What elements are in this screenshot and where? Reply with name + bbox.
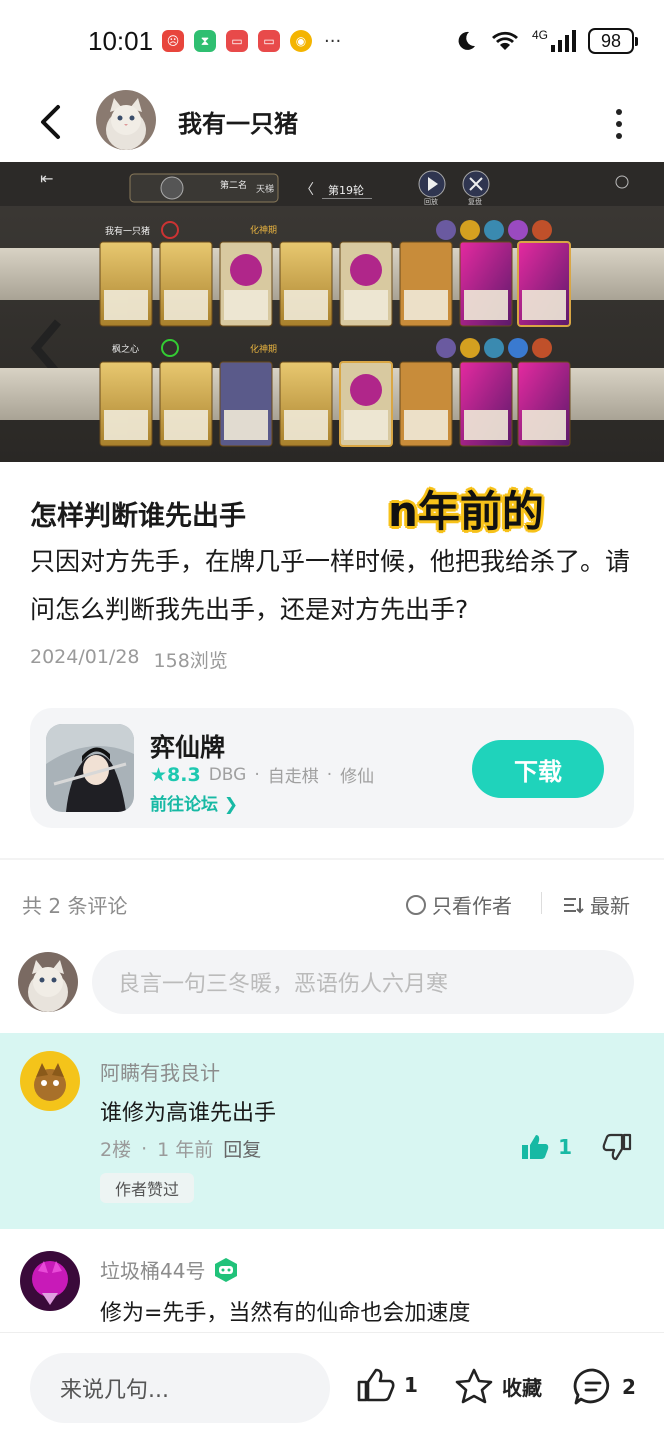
player2-name: 枫之心 [112, 343, 139, 355]
commenter-avatar[interactable] [20, 1051, 80, 1111]
comment-item: 阿瞒有我良计 谁修为高谁先出手 2楼 · 1 年前 回复 1 作者赞过 [0, 1033, 664, 1229]
author-avatar[interactable] [96, 90, 156, 150]
thumbs-up-icon [357, 1368, 395, 1402]
comment-text: 修为=先手，当然有的仙命也会加速度 [100, 1301, 471, 1326]
comment-like-count: 1 [558, 1135, 572, 1159]
post-date: 2024/01/28 [30, 646, 140, 668]
only-author-toggle[interactable]: 只看作者 [406, 890, 512, 919]
rank-badge: 天梯 [256, 183, 274, 195]
quick-comment-input[interactable]: 来说几句... [30, 1353, 330, 1423]
wifi-icon [491, 31, 518, 50]
player2-stage: 化神期 [250, 343, 277, 355]
weibo-icon: ◉ [290, 30, 312, 52]
svg-text:⇤: ⇤ [40, 169, 53, 188]
replay-label: 回放 [424, 197, 438, 206]
comment-meta: 2楼 · 1 年前 回复 [100, 1135, 261, 1162]
svg-text:〈: 〈 [300, 182, 314, 198]
comment-text: 谁修为高谁先出手 [100, 1101, 277, 1126]
comment-floor: 2楼 [100, 1139, 132, 1161]
post-meta: 2024/01/28 158浏览 [30, 646, 228, 673]
thumbs-down-icon [602, 1133, 632, 1161]
bottom-action-bar: 来说几句... 1 收藏 2 [0, 1332, 664, 1440]
player1-name: 我有一只猪 [105, 225, 150, 237]
favorite-label: 收藏 [502, 1375, 542, 1400]
commenter-avatar[interactable] [20, 1251, 80, 1311]
sort-label: 最新 [590, 894, 630, 918]
commenter-name[interactable]: 阿瞒有我良计 [100, 1057, 220, 1086]
like-button[interactable]: 1 [356, 1367, 418, 1403]
download-button[interactable]: 下载 [472, 740, 604, 798]
reply-button[interactable]: 回复 [223, 1135, 261, 1162]
divider [541, 892, 542, 914]
game-icon [46, 724, 134, 812]
comment-dislike-button[interactable] [602, 1133, 632, 1165]
commenter-name[interactable]: 垃圾桶44号 [100, 1255, 205, 1284]
app-notification-icon: ▭ [226, 30, 248, 52]
network-type: 4G [531, 28, 548, 42]
sort-icon [564, 897, 584, 913]
back-button[interactable] [30, 102, 70, 142]
forum-link[interactable]: 前往论坛 ❯ [150, 790, 238, 815]
game-screenshot: ⇤ 第二名 天梯 〈 第19轮 回放 复盘 我有一只猪 化神期 枫之心 化神期 [0, 162, 664, 462]
post-views: 158浏览 [153, 650, 228, 672]
post-title: 怎样判断谁先出手 [30, 501, 246, 532]
battery-indicator: 98 [588, 28, 638, 54]
author-liked-badge: 作者赞过 [100, 1173, 194, 1203]
comment-input[interactable]: 良言一句三冬暖，恶语伤人六月寒 [92, 950, 634, 1014]
my-avatar [18, 952, 78, 1012]
game-tag: 自走棋 [267, 767, 319, 787]
radio-icon [406, 894, 426, 915]
comment-like-button[interactable]: 1 [520, 1133, 572, 1161]
comment-bubble-icon [573, 1368, 610, 1405]
author-name[interactable]: 我有一只猪 [178, 104, 298, 139]
post-header: 我有一只猪 [0, 84, 664, 162]
comments-button[interactable]: 2 [572, 1367, 636, 1407]
notification-icons: ☹ ⧗ ▭ ▭ ◉ ··· [162, 30, 341, 52]
thumbs-up-icon [522, 1135, 549, 1159]
more-notifications: ··· [324, 30, 342, 52]
game-score: ★8.3 [150, 763, 201, 786]
round-label: 第19轮 [328, 183, 364, 197]
post-body: 只因对方先手，在牌几乎一样时候，他把我给杀了。请问怎么判断我先出手，还是对方先出… [30, 547, 631, 624]
section-divider [0, 858, 664, 860]
like-count: 1 [404, 1373, 418, 1397]
rank-label: 第二名 [220, 179, 247, 191]
app-notification-icon: ⧗ [194, 30, 216, 52]
status-time: 10:01 [88, 26, 154, 56]
favorite-button[interactable]: 收藏 [454, 1367, 542, 1405]
game-controller-badge-icon [215, 1257, 238, 1282]
game-card[interactable]: 弈仙牌 ★8.3 DBG · 自走棋 · 修仙 前往论坛 ❯ 下载 [30, 708, 634, 828]
sticker-text: n年前的 [388, 487, 544, 536]
game-tag: DBG [208, 764, 247, 785]
sort-button[interactable]: 最新 [562, 890, 630, 919]
game-tag: 修仙 [340, 767, 375, 787]
signal-icon [551, 30, 576, 52]
player1-stage: 化神期 [250, 224, 277, 236]
game-name: 弈仙牌 [150, 733, 226, 762]
moon-icon [458, 31, 475, 50]
commenter-name-row: 垃圾桶44号 [100, 1255, 239, 1284]
comment-item: 垃圾桶44号 修为=先手，当然有的仙命也会加速度 [0, 1229, 664, 1332]
only-author-label: 只看作者 [432, 894, 512, 918]
app-notification-icon: ☹ [162, 30, 184, 52]
chevron-left-icon [41, 105, 60, 139]
exit-label: 复盘 [468, 197, 482, 206]
post-image[interactable]: ⇤ 第二名 天梯 〈 第19轮 回放 复盘 我有一只猪 化神期 枫之心 化神期 [0, 162, 664, 462]
game-info: ★8.3 DBG · 自走棋 · 修仙 [150, 763, 375, 788]
status-bar: 10:01 ☹ ⧗ ▭ ▭ ◉ ··· 4G 98 [0, 0, 664, 84]
comments-count-bottom: 2 [622, 1375, 636, 1399]
battery-level: 98 [600, 30, 622, 51]
comments-count: 共 2 条评论 [22, 894, 128, 918]
comment-time: 1 年前 [157, 1139, 214, 1161]
more-options-button[interactable] [604, 104, 634, 144]
app-notification-icon: ▭ [258, 30, 280, 52]
star-icon [455, 1368, 493, 1404]
